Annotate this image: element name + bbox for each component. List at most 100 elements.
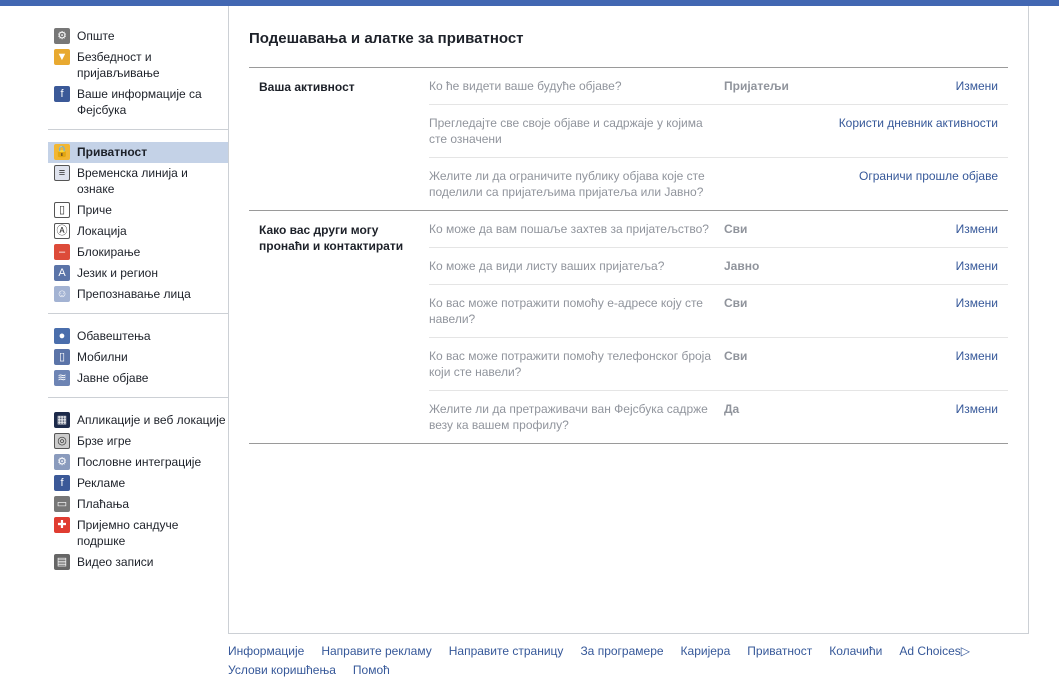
setting-row: Желите ли да претраживачи ван Фејсбука с… — [429, 390, 1008, 443]
sidebar-item[interactable]: fВаше информације са Фејсбука — [48, 84, 228, 121]
sidebar-group: 🔒Приватност≡Временска линија и ознаке ▯ Пр… — [48, 142, 228, 314]
sidebar-item-label: Пословне интеграције — [77, 454, 201, 470]
section-label: Ваша активност — [249, 68, 429, 210]
sidebar-item[interactable]: ▯ Мобилни — [48, 347, 228, 368]
footer-link[interactable]: Ad Choices▷ — [899, 643, 970, 659]
setting-row: Прегледајте све своје објаве и садржаје … — [429, 104, 1008, 157]
sidebar-item-label: Видео записи — [77, 554, 153, 570]
setting-value: Сви — [724, 221, 834, 237]
sidebar-item[interactable]: ●Обавештења — [48, 326, 228, 347]
setting-value: Да — [724, 401, 834, 433]
sidebar-item[interactable]: ≋Јавне објаве — [48, 368, 228, 389]
settings-sidebar: ⚙ Опште ▼ Безбедност и пријављивањеfВаше ин… — [48, 26, 228, 593]
setting-action-link[interactable]: Измени — [834, 258, 998, 274]
settings-section: Како вас други могу пронаћи и контактира… — [249, 210, 1008, 444]
gamepad-icon: ◎ — [54, 433, 70, 449]
sidebar-item-label: Опште — [77, 28, 115, 44]
ads-icon: f — [54, 475, 70, 491]
setting-action-link[interactable]: Измени — [834, 295, 998, 327]
globe-icon: ● — [54, 328, 70, 344]
footer-link[interactable]: Помоћ — [353, 662, 390, 678]
setting-question: Желите ли да ограничите публику објава к… — [429, 168, 724, 200]
footer-link[interactable]: Приватност — [747, 643, 812, 659]
sidebar-item[interactable]: ⚙Пословне интеграције — [48, 452, 228, 473]
sidebar-item[interactable]: ✚Пријемно сандуче подршке — [48, 515, 228, 552]
setting-question: Ко вас може потражити помоћу телефонског… — [429, 348, 724, 380]
setting-row: Ко ће видети ваше будуће објаве?Пријатељ… — [429, 68, 1008, 104]
facebook-icon: f — [54, 86, 70, 102]
sidebar-item-label: Безбедност и пријављивање — [77, 49, 228, 81]
sidebar-item-label: Локација — [77, 223, 127, 239]
sidebar-item-label: Мобилни — [77, 349, 128, 365]
sidebar-item[interactable]: ▦Апликације и веб локације — [48, 410, 228, 431]
footer-link-label: Информације — [228, 644, 304, 658]
setting-question: Ко може да вам пошаље захтев за пријатељ… — [429, 221, 724, 237]
setting-value: Сви — [724, 295, 834, 327]
footer-link[interactable]: За програмере — [580, 643, 663, 659]
language-icon: A — [54, 265, 70, 281]
setting-action-link[interactable]: Измени — [834, 78, 998, 94]
sidebar-item[interactable]: ⒶЛокација — [48, 221, 228, 242]
film-icon: ▤ — [54, 554, 70, 570]
footer-link[interactable]: Каријера — [681, 643, 731, 659]
setting-action-link[interactable]: Ограничи прошле објаве — [834, 168, 998, 200]
lifebuoy-icon: ✚ — [54, 517, 70, 533]
footer-link-label: Каријера — [681, 644, 731, 658]
setting-action-link[interactable]: Измени — [834, 221, 998, 237]
setting-row: Ко вас може потражити помоћу телефонског… — [429, 337, 1008, 390]
sidebar-item[interactable]: ▤ Видео записи — [48, 552, 228, 573]
setting-row: Ко може да види листу ваших пријатеља?Ја… — [429, 247, 1008, 284]
setting-action-link[interactable]: Измени — [834, 401, 998, 433]
setting-value: Сви — [724, 348, 834, 380]
timeline-icon: ≡ — [54, 165, 70, 181]
footer-link-label: Услови коришћења — [228, 663, 336, 677]
footer-link-label: Направите страницу — [449, 644, 564, 658]
footer-link-label: Направите рекламу — [321, 644, 431, 658]
sidebar-item-label: Приватност — [77, 144, 147, 160]
sidebar-item[interactable]: A Језик и регион — [48, 263, 228, 284]
sidebar-item[interactable]: ▯ Приче — [48, 200, 228, 221]
sidebar-item-label: Препознавање лица — [77, 286, 191, 302]
footer-link[interactable]: Колачићи — [829, 643, 882, 659]
footer-links: Информације Направите рекламу Направите ст… — [228, 643, 1028, 681]
sidebar-item[interactable]: f Рекламе — [48, 473, 228, 494]
sidebar-group: ⚙ Опште ▼ Безбедност и пријављивањеfВаше ин… — [48, 26, 228, 130]
sidebar-item[interactable]: ◎ Брзе игре — [48, 431, 228, 452]
setting-row: Ко може да вам пошаље захтев за пријатељ… — [429, 211, 1008, 247]
sidebar-item-label: Апликације и веб локације — [77, 412, 226, 428]
book-icon: ▯ — [54, 202, 70, 218]
sidebar-item[interactable]: ▭Плаћања — [48, 494, 228, 515]
footer-link-label: Колачићи — [829, 644, 882, 658]
sidebar-item-label: Приче — [77, 202, 112, 218]
footer-link[interactable]: Информације — [228, 643, 304, 659]
sidebar-item[interactable]: 🔒Приватност — [48, 142, 228, 163]
sidebar-item[interactable]: ▼ Безбедност и пријављивање — [48, 47, 228, 84]
sidebar-item[interactable]: ☺ Препознавање лица — [48, 284, 228, 305]
sidebar-item[interactable]: ⚙ Опште — [48, 26, 228, 47]
setting-value: Јавно — [724, 258, 834, 274]
footer-link[interactable]: Направите рекламу — [321, 643, 431, 659]
sidebar-item-label: Јавне објаве — [77, 370, 148, 386]
sidebar-item[interactable]: ≡Временска линија и ознаке — [48, 163, 228, 200]
sidebar-item-label: Блокирање — [77, 244, 140, 260]
sidebar-item[interactable]: –Блокирање — [48, 242, 228, 263]
sidebar-item-label: Језик и регион — [77, 265, 158, 281]
page-title: Подешавања и алатке за приватност — [249, 30, 524, 47]
face-icon: ☺ — [54, 286, 70, 302]
settings-section: Ваша активностКо ће видети ваше будуће о… — [249, 67, 1008, 210]
shield-icon: ▼ — [54, 49, 70, 65]
setting-question: Прегледајте све своје објаве и садржаје … — [429, 115, 724, 147]
setting-action-link[interactable]: Користи дневник активности — [834, 115, 998, 147]
setting-value — [724, 168, 834, 200]
footer-link[interactable]: Направите страницу — [449, 643, 564, 659]
section-label: Како вас други могу пронаћи и контактира… — [249, 211, 429, 443]
setting-action-link[interactable]: Измени — [834, 348, 998, 380]
setting-row: Ко вас може потражити помоћу е-адресе ко… — [429, 284, 1008, 337]
footer-link-label: Ad Choices — [899, 644, 960, 658]
sidebar-item-label: Брзе игре — [77, 433, 131, 449]
card-icon: ▭ — [54, 496, 70, 512]
footer-link[interactable]: Услови коришћења — [228, 662, 336, 678]
mobile-icon: ▯ — [54, 349, 70, 365]
gears-icon: ⚙ — [54, 28, 70, 44]
sidebar-item-label: Рекламе — [77, 475, 125, 491]
